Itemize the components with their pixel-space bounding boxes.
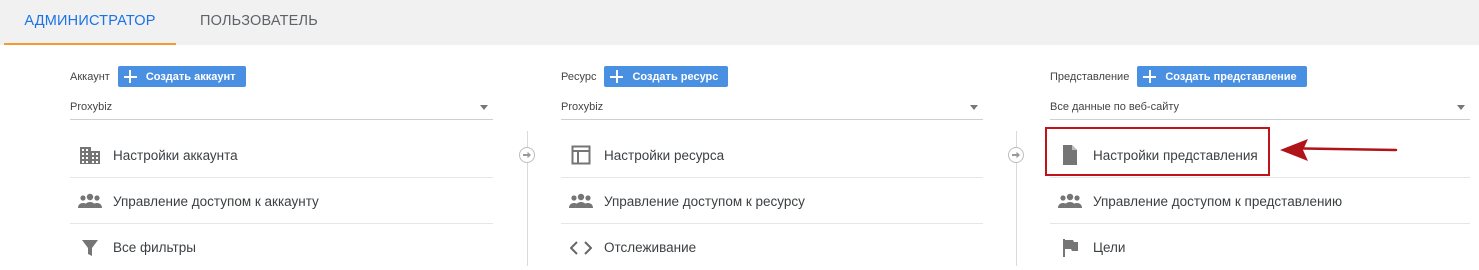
property-to-view-arrow-button[interactable]	[1008, 147, 1024, 163]
menu-item-label: Цели	[1093, 240, 1126, 255]
view-header: Представление Создать представление	[1050, 66, 1307, 87]
tab-administrator[interactable]: АДМИНИСТРАТОР	[4, 0, 176, 45]
chevron-down-icon	[480, 105, 488, 110]
filter-icon	[78, 238, 102, 258]
menu-item-label: Настройки ресурса	[604, 147, 725, 163]
menu-item-view-settings[interactable]: Настройки представления	[1050, 133, 1470, 178]
people-icon	[1058, 191, 1082, 211]
plus-icon	[1143, 70, 1157, 83]
menu-item-view-access[interactable]: Управление доступом к представлению	[1050, 179, 1470, 224]
menu-item-label: Настройки аккаунта	[113, 147, 238, 163]
create-view-button[interactable]: Создать представление	[1137, 66, 1307, 87]
menu-item-account-access[interactable]: Управление доступом к аккаунту	[70, 179, 493, 224]
top-tab-bar: АДМИНИСТРАТОР ПОЛЬЗОВАТЕЛЬ	[0, 0, 1479, 45]
view-column: Представление Создать представление Все …	[1050, 45, 1470, 266]
property-label: Ресурс	[561, 70, 597, 83]
code-icon	[569, 238, 593, 258]
account-label: Аккаунт	[70, 70, 110, 83]
menu-item-label: Все фильтры	[113, 240, 196, 255]
view-select-value: Все данные по веб-сайту	[1050, 101, 1180, 113]
building-icon	[78, 145, 102, 165]
create-account-button[interactable]: Создать аккаунт	[117, 66, 246, 87]
create-account-button-label: Создать аккаунт	[145, 70, 236, 83]
account-select[interactable]: Proxybiz	[70, 98, 493, 120]
menu-item-all-filters[interactable]: Все фильтры	[70, 225, 493, 270]
annotation-arrow-icon	[1280, 139, 1398, 161]
plus-icon	[610, 70, 624, 83]
menu-item-label: Настройки представления	[1093, 147, 1258, 163]
property-window-icon	[569, 145, 593, 165]
arrow-right-icon	[523, 151, 531, 159]
chevron-down-icon	[1457, 105, 1465, 110]
property-select[interactable]: Proxybiz	[561, 98, 983, 120]
create-view-button-label: Создать представление	[1165, 70, 1297, 83]
people-icon	[78, 191, 102, 211]
flag-icon	[1058, 238, 1082, 258]
account-select-value: Proxybiz	[70, 101, 113, 113]
property-column: Ресурс Создать ресурс Proxybiz Настройки…	[561, 45, 983, 266]
menu-item-account-settings[interactable]: Настройки аккаунта	[70, 133, 493, 178]
account-column: Аккаунт Создать аккаунт Proxybiz Настрой…	[70, 45, 493, 266]
menu-item-label: Отслеживание	[604, 240, 697, 255]
people-icon	[569, 191, 593, 211]
menu-item-property-access[interactable]: Управление доступом к ресурсу	[561, 179, 983, 224]
menu-item-property-settings[interactable]: Настройки ресурса	[561, 133, 983, 178]
property-select-value: Proxybiz	[561, 101, 604, 113]
view-select[interactable]: Все данные по веб-сайту	[1050, 98, 1470, 120]
tab-user[interactable]: ПОЛЬЗОВАТЕЛЬ	[200, 0, 318, 45]
menu-item-label: Управление доступом к ресурсу	[604, 193, 805, 209]
menu-item-goals[interactable]: Цели	[1050, 225, 1470, 270]
menu-item-label: Управление доступом к аккаунту	[113, 193, 319, 209]
create-property-button-label: Создать ресурс	[632, 70, 719, 83]
create-property-button[interactable]: Создать ресурс	[604, 66, 729, 87]
property-header: Ресурс Создать ресурс	[561, 66, 729, 87]
account-to-property-arrow-button[interactable]	[519, 147, 535, 163]
arrow-right-icon	[1012, 151, 1020, 159]
chevron-down-icon	[970, 105, 978, 110]
account-header: Аккаунт Создать аккаунт	[70, 66, 246, 87]
menu-item-tracking[interactable]: Отслеживание	[561, 225, 983, 270]
view-label: Представление	[1050, 70, 1130, 83]
plus-icon	[123, 70, 137, 83]
menu-item-label: Управление доступом к представлению	[1093, 193, 1343, 209]
document-icon	[1058, 145, 1082, 165]
